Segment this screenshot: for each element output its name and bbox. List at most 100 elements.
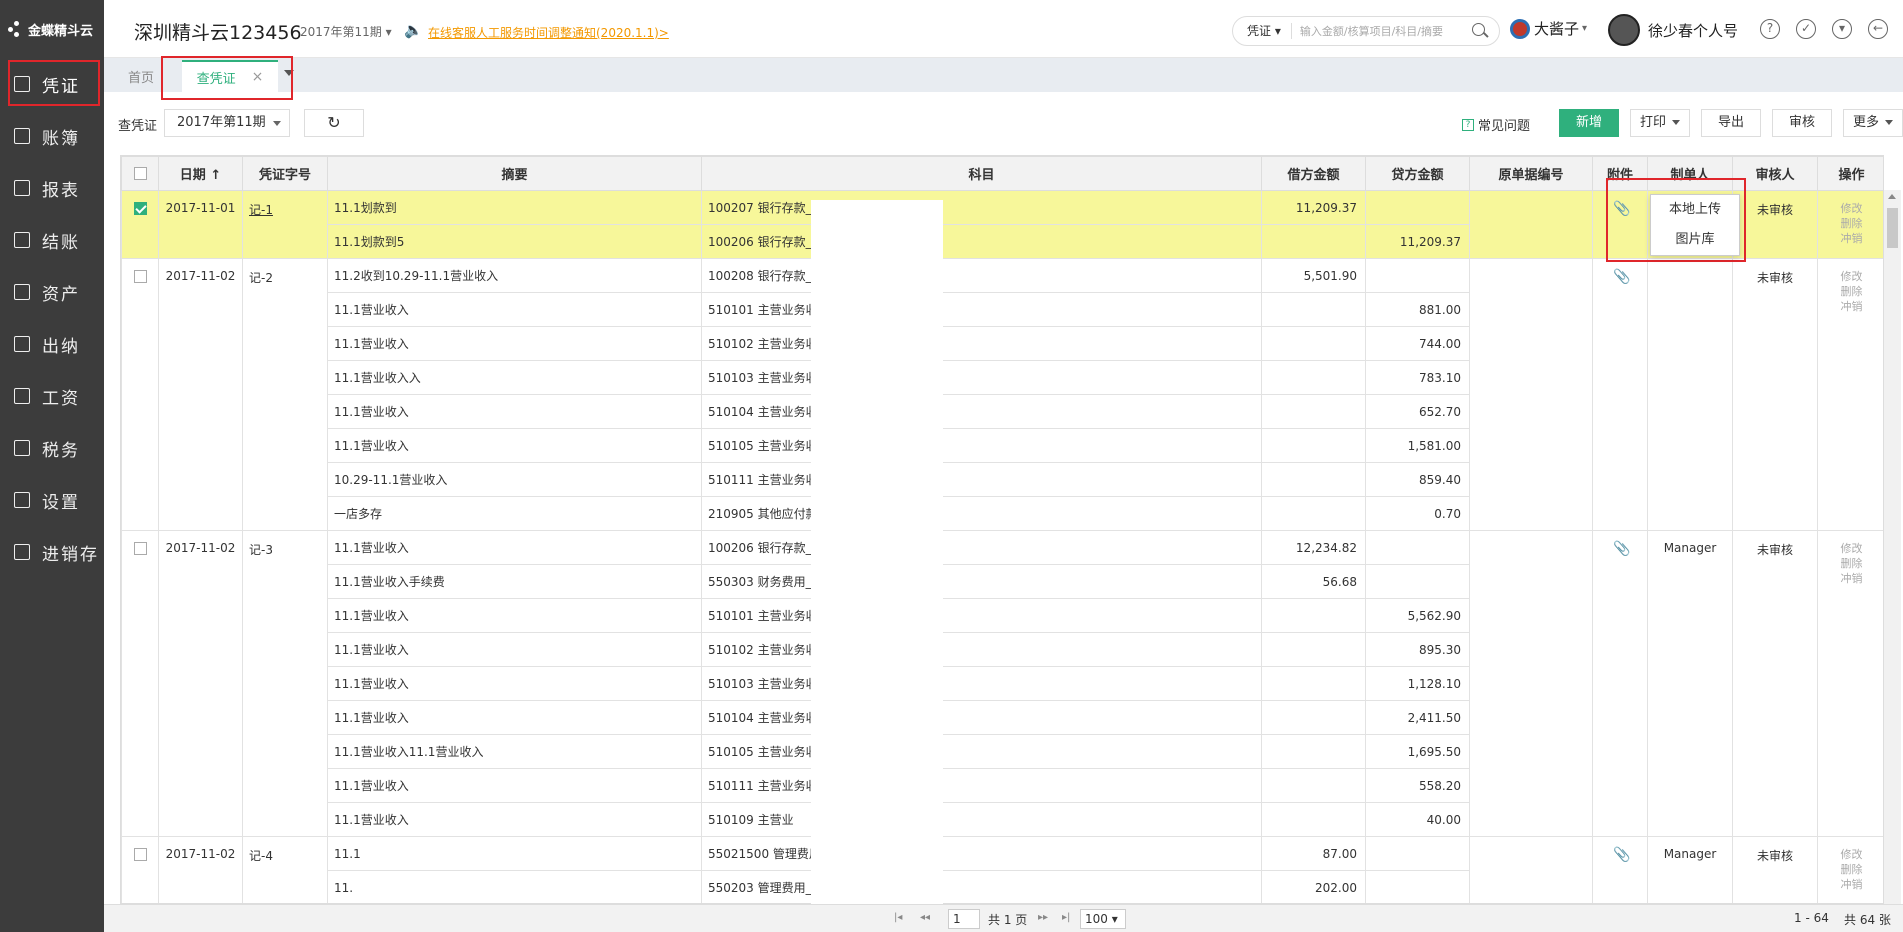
cell-attachment[interactable]: 📎 [1592,836,1648,903]
voucher-no-link[interactable]: 记-2 [249,271,273,285]
tab-home[interactable]: 首页 [128,67,154,86]
sidebar-item-7[interactable]: 税务 [0,422,104,474]
row-checkbox[interactable] [133,202,147,215]
sidebar-item-1[interactable]: 账簿 [0,110,104,162]
cell-attachment[interactable]: 📎 [1592,530,1648,837]
clock-icon[interactable]: ✓ [1796,19,1816,39]
paperclip-icon[interactable]: 📎 [1613,541,1630,557]
sidebar-item-label: 报表 [42,180,80,201]
notice-link[interactable]: 在线客服人工服务时间调整通知(2020.1.1)> [428,24,669,41]
sidebar-item-8[interactable]: 设置 [0,474,104,526]
prev-page-icon[interactable]: ◂◂ [920,912,930,923]
refresh-button[interactable]: ↻ [304,109,364,137]
user-menu[interactable]: 徐少春个人号 [1608,14,1738,46]
voucher-no-link[interactable]: 记-4 [249,849,273,863]
row-select-cell[interactable] [121,836,159,903]
sidebar-item-2[interactable]: 报表 [0,162,104,214]
edit-link[interactable]: 修改 [1824,201,1879,216]
tab-voucher-query[interactable]: 查凭证 × [182,60,278,92]
last-page-icon[interactable]: ▸| [1062,912,1070,923]
reverse-link[interactable]: 冲销 [1824,231,1879,246]
sidebar-item-5[interactable]: 出纳 [0,318,104,370]
scroll-thumb[interactable] [1887,208,1898,248]
sidebar-item-9[interactable]: 进销存 [0,526,104,578]
report-icon [14,180,30,196]
reverse-link[interactable]: 冲销 [1824,571,1879,586]
select-all-cell[interactable] [121,156,159,191]
total-pages: 共 1 页 [988,913,1028,927]
shirt-icon[interactable]: ▾ [1832,19,1852,39]
sidebar-item-3[interactable]: 结账 [0,214,104,266]
cell-voucher-no[interactable]: 记-4 [242,836,328,903]
vertical-scrollbar[interactable] [1884,190,1901,904]
cell-attachment[interactable]: 📎 [1592,190,1648,259]
sidebar-item-6[interactable]: 工资 [0,370,104,422]
voucher-no-link[interactable]: 记-3 [249,543,273,557]
cell-attachment[interactable]: 📎 [1592,258,1648,531]
close-icon[interactable]: × [252,69,264,85]
delete-link[interactable]: 删除 [1824,556,1879,571]
export-button[interactable]: 导出 [1701,109,1761,137]
next-page-icon[interactable]: ▸▸ [1038,912,1048,923]
cell-summary: 11.1营业收入 [327,666,702,701]
reverse-link[interactable]: 冲销 [1824,299,1879,314]
delete-link[interactable]: 删除 [1824,216,1879,231]
cell-maker: Manager [1647,530,1733,837]
search-input[interactable]: 输入金额/核算项目/科目/摘要 [1292,23,1469,39]
page-size-select[interactable]: 100 ▾ [1080,909,1126,929]
cell-account: 510104 主营业务收 [701,700,1262,735]
first-page-icon[interactable]: |◂ [894,912,902,923]
cell-summary: 11.1营业收入 [327,326,702,361]
page-input[interactable]: 1 [948,909,980,929]
sidebar-item-0[interactable]: 凭证 [0,58,104,110]
help-icon[interactable]: ? [1760,19,1780,39]
select-all-checkbox[interactable] [133,167,147,180]
row-select-cell[interactable] [121,258,159,531]
row-checkbox[interactable] [133,848,147,861]
scroll-up-icon[interactable] [1888,194,1896,199]
menu-item-local-upload[interactable]: 本地上传 [1651,195,1739,225]
table-row[interactable]: 2017-11-02 记-4 11.1 55021500 管理费用 87.00 📎 Mana… [121,836,1883,903]
sidebar-item-label: 凭证 [42,76,80,97]
period-selector[interactable]: 2017年第11期 ▾ [300,23,392,40]
row-select-cell[interactable] [121,190,159,259]
more-button[interactable]: 更多 [1843,109,1903,137]
paperclip-icon[interactable]: 📎 [1613,201,1630,217]
sidebar-item-label: 出纳 [42,336,80,357]
search-type-select[interactable]: 凭证 ▾ [1233,23,1292,39]
reverse-link[interactable]: 冲销 [1824,877,1879,892]
audit-button[interactable]: 审核 [1772,109,1832,137]
logout-icon[interactable]: ← [1868,19,1888,39]
sidebar-item-4[interactable]: 资产 [0,266,104,318]
tab-dropdown-icon[interactable] [284,70,294,76]
menu-item-image-library[interactable]: 图片库 [1651,225,1739,255]
faq-link[interactable]: ? 常见问题 [1462,115,1530,134]
add-button[interactable]: 新增 [1559,109,1619,137]
table-row[interactable]: 2017-11-02 记-3 11.1营业收入 100206 银行存款_ 12,234.… [121,530,1883,837]
table-row[interactable]: 2017-11-01 记-1 11.1划款到 100207 银行存款_ 11,209.3… [121,190,1883,259]
edit-link[interactable]: 修改 [1824,847,1879,862]
paperclip-icon[interactable]: 📎 [1613,847,1630,863]
row-checkbox[interactable] [133,270,147,283]
account-switcher[interactable]: 大酱子 ▾ [1510,18,1587,39]
col-date[interactable]: 日期 ↑ [158,156,243,191]
company-name[interactable]: 深圳精斗云123456 [134,18,302,45]
edit-link[interactable]: 修改 [1824,541,1879,556]
delete-link[interactable]: 删除 [1824,862,1879,877]
paperclip-icon[interactable]: 📎 [1613,269,1630,285]
edit-link[interactable]: 修改 [1824,269,1879,284]
period-select[interactable]: 2017年第11期 [164,109,290,137]
print-button[interactable]: 打印 [1630,109,1690,137]
cell-voucher-no[interactable]: 记-2 [242,258,328,531]
delete-link[interactable]: 删除 [1824,284,1879,299]
table-row[interactable]: 2017-11-02 记-2 11.2收到10.29-11.1营业收入 100208 … [121,258,1883,531]
cell-voucher-no[interactable]: 记-3 [242,530,328,837]
cell-debit [1261,734,1366,769]
cell-voucher-no[interactable]: 记-1 [242,190,328,259]
row-checkbox[interactable] [133,542,147,555]
voucher-no-link[interactable]: 记-1 [249,203,273,217]
cell-account: 100206 银行存款_ [701,224,1262,259]
row-select-cell[interactable] [121,530,159,837]
cashier-icon [14,336,30,352]
search-icon[interactable] [1469,20,1491,42]
